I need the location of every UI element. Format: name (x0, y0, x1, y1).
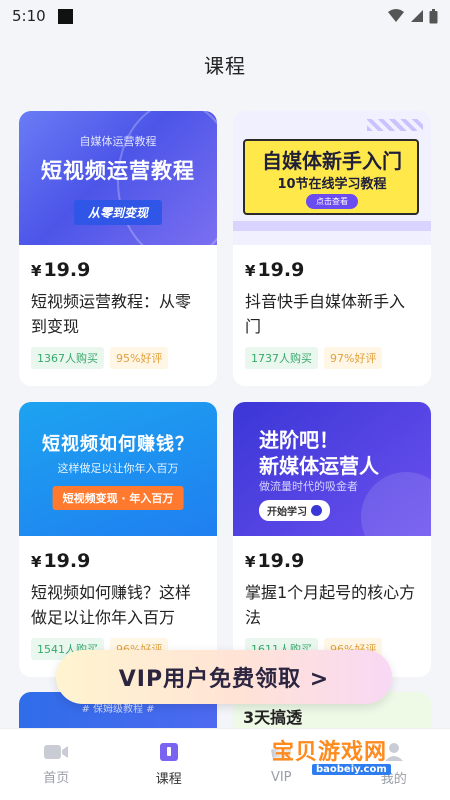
battery-icon (429, 8, 438, 23)
thumb-subtitle: 这样做足以让你年入百万 (57, 462, 179, 475)
thumb-title-2: 新媒体运营人 (259, 454, 379, 478)
thumb-title: 短视频运营教程 (41, 159, 195, 183)
course-thumbnail: 自媒体新手入门 10节在线学习教程 点击查看 (233, 111, 431, 245)
course-card[interactable]: 短视频如何赚钱？ 这样做足以让你年入百万 短视频变现 · 年入百万 ¥19.9 … (19, 402, 217, 677)
tab-courses[interactable]: 课程 (113, 729, 226, 800)
buyers-badge: 1367人购买 (31, 347, 104, 369)
course-title: 掌握1个月起号的核心方法 (245, 583, 416, 627)
tab-home[interactable]: 首页 (0, 729, 113, 800)
signal-icon (411, 10, 423, 22)
thumb-subtitle: 10节在线学习教程 (277, 177, 387, 192)
course-grid: 自媒体运营教程 短视频运营教程 从零到变现 ¥19.9 短视频运营教程：从零到变… (19, 111, 431, 677)
rating-badge: 95%好评 (110, 347, 169, 369)
video-camera-icon (44, 745, 69, 759)
vip-free-banner[interactable]: VIP用户免费领取 > (56, 650, 392, 704)
thumb-title: 自媒体新手入门 (262, 149, 402, 173)
vip-banner-label: VIP用户免费领取 > (118, 667, 330, 692)
course-card[interactable]: 进阶吧！ 新媒体运营人 做流量时代的吸金者 开始学习 ¥19.9 掌握1个月起号… (233, 402, 431, 677)
buyers-badge: 1737人购买 (245, 347, 318, 369)
course-title: 抖音快手自媒体新手入门 (245, 292, 406, 336)
book-icon (159, 743, 178, 761)
rating-badge: 97%好评 (324, 347, 383, 369)
tab-label: 课程 (155, 772, 182, 787)
course-thumbnail: 短视频如何赚钱？ 这样做足以让你年入百万 短视频变现 · 年入百万 (19, 402, 217, 536)
thumb-start-button: 开始学习 (259, 500, 330, 521)
course-price: ¥19.9 (245, 550, 305, 572)
thumb-subtitle: 自媒体运营教程 (79, 135, 157, 148)
tab-label: 首页 (43, 771, 70, 786)
course-card[interactable]: 自媒体新手入门 10节在线学习教程 点击查看 ¥19.9 抖音快手自媒体新手入门… (233, 111, 431, 386)
thumb-title: 短视频如何赚钱？ (42, 434, 194, 455)
course-price: ¥19.9 (31, 259, 91, 281)
wifi-icon (388, 9, 404, 22)
course-price: ¥19.9 (31, 550, 91, 572)
thumb-pill: 短视频变现 · 年入百万 (52, 486, 184, 510)
notification-icon (57, 8, 73, 24)
thumb-title: 进阶吧！ (259, 428, 339, 452)
peek-label: 3天搞透 (243, 708, 303, 727)
course-card[interactable]: 自媒体运营教程 短视频运营教程 从零到变现 ¥19.9 短视频运营教程：从零到变… (19, 111, 217, 386)
course-price: ¥19.9 (245, 259, 305, 281)
thumb-pill: 从零到变现 (73, 200, 163, 225)
course-thumbnail: 自媒体运营教程 短视频运营教程 从零到变现 (19, 111, 217, 245)
page-title: 课程 (204, 53, 246, 78)
status-bar: 5:10 (0, 0, 450, 32)
thumb-view-button: 点击查看 (306, 194, 358, 209)
play-icon (311, 505, 322, 516)
site-watermark: 宝贝游戏网 baobeiy.com (272, 726, 432, 782)
status-time: 5:10 (12, 7, 46, 25)
header: 课程 (0, 32, 450, 96)
thumb-subtitle: 做流量时代的吸金者 (259, 480, 358, 493)
course-thumbnail: 进阶吧！ 新媒体运营人 做流量时代的吸金者 开始学习 (233, 402, 431, 536)
course-title: 短视频运营教程：从零到变现 (31, 292, 192, 336)
course-title: 短视频如何赚钱？这样做足以让你年入百万 (31, 583, 192, 627)
